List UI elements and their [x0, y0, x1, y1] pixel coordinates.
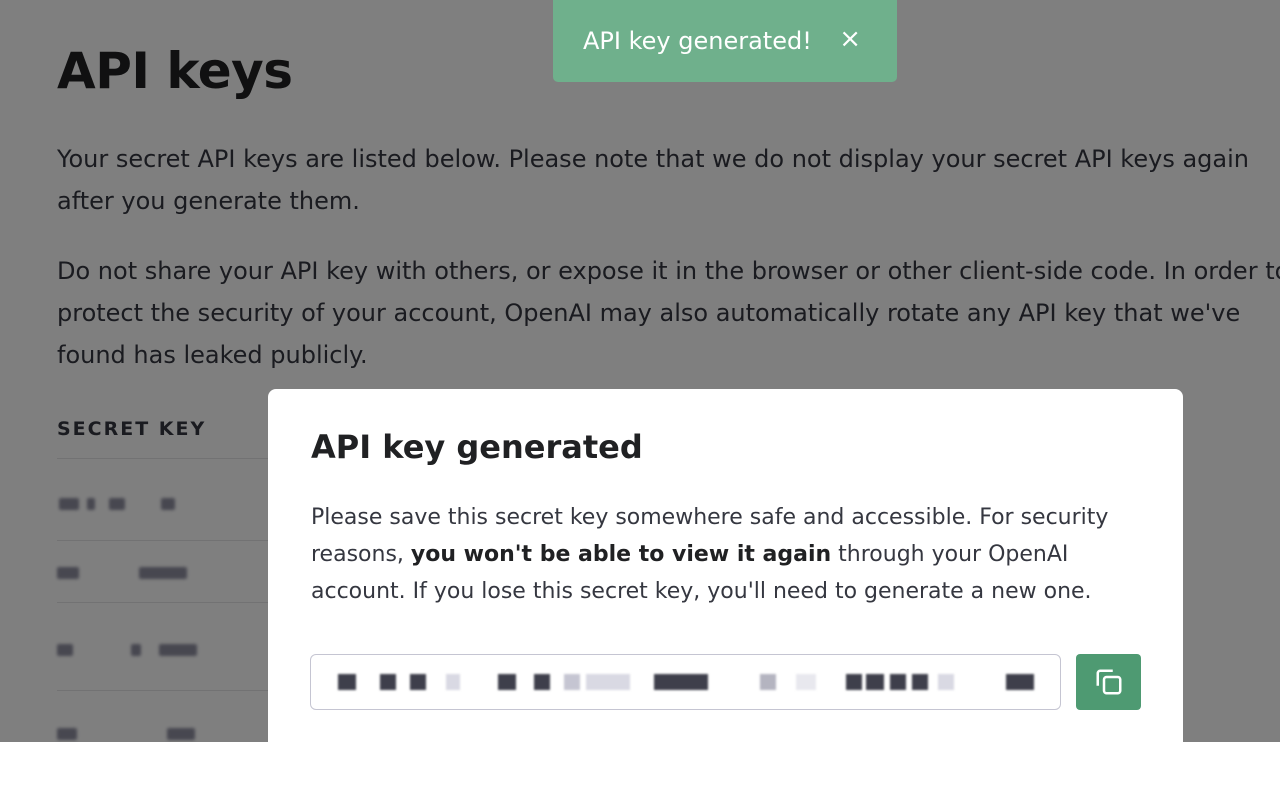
- dialog-message: Please save this secret key somewhere sa…: [311, 499, 1140, 610]
- copy-button[interactable]: [1076, 654, 1141, 710]
- dialog-text: reasons,: [311, 542, 411, 567]
- dialog-text: through your OpenAI: [831, 542, 1069, 567]
- dialog-text: Please save this secret key somewhere sa…: [311, 505, 1109, 530]
- secret-key-row: [310, 654, 1141, 710]
- dialog-text: account. If you lose this secret key, yo…: [311, 579, 1092, 604]
- copy-icon: [1096, 669, 1121, 695]
- toast-message: API key generated!: [583, 27, 812, 55]
- dialog-warning-emphasis: you won't be able to view it again: [410, 542, 832, 567]
- success-toast: API key generated! ×: [553, 0, 897, 82]
- api-key-generated-dialog: API key generated Please save this secre…: [268, 389, 1183, 789]
- close-icon[interactable]: ×: [839, 26, 861, 52]
- dialog-title: API key generated: [311, 428, 643, 466]
- secret-key-field[interactable]: [310, 654, 1061, 710]
